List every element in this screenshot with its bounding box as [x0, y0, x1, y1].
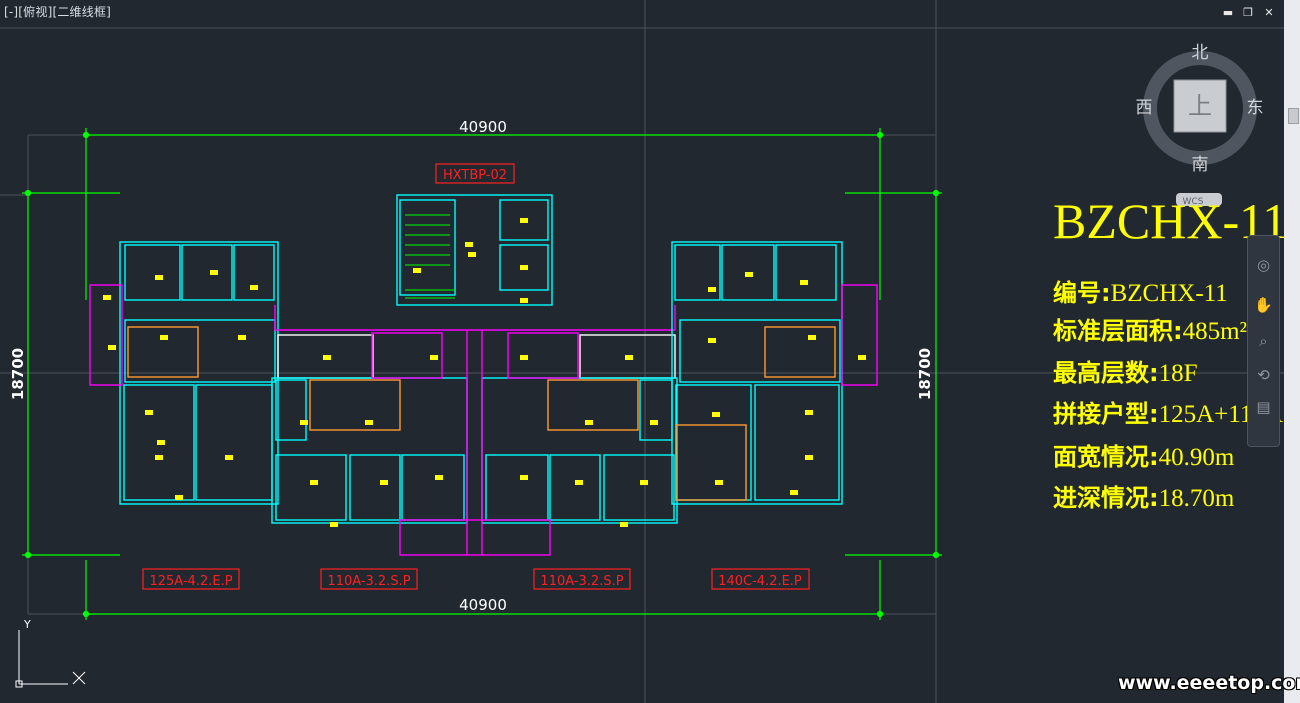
ucs-icon	[15, 630, 86, 688]
unit-tags: 125A-4.2.E.P 110A-3.2.S.P 110A-3.2.S.P 1…	[142, 568, 810, 590]
showmotion-icon[interactable]: ▤	[1252, 396, 1275, 419]
orbit-icon[interactable]: ⟲	[1252, 364, 1275, 387]
info-value: 485m²	[1182, 318, 1248, 345]
zoom-icon[interactable]: ⌕	[1252, 330, 1275, 353]
info-label: 面宽情况:	[1053, 443, 1159, 471]
info-label: 拼接户型:	[1053, 400, 1159, 428]
info-line-width: 面宽情况:40.90m	[1053, 441, 1234, 474]
unit-tag-125a: 125A-4.2.E.P	[149, 574, 232, 589]
floor-plan-canvas: 40900 40900 18700 18700 HXTBP-02 125A-4.…	[0, 0, 1284, 703]
dimension-top-text: 40900	[459, 118, 507, 136]
core-tag-text: HXTBP-02	[443, 168, 507, 183]
info-value: BZCHX-11	[1110, 280, 1228, 307]
info-line-code: 编号:BZCHX-11	[1053, 277, 1228, 310]
info-label: 进深情况:	[1053, 484, 1159, 512]
unit-tag-110a-right: 110A-3.2.S.P	[540, 574, 623, 589]
viewcube[interactable]: 上 北 南 东 西 WCS	[1136, 43, 1264, 207]
stair-lines	[405, 214, 455, 299]
dimension-left-text: 18700	[9, 348, 27, 400]
dimension-bottom-text: 40900	[459, 596, 507, 614]
info-value: 18F	[1158, 360, 1198, 387]
info-label: 标准层面积:	[1053, 317, 1183, 345]
viewcube-face-label: 上	[1188, 92, 1212, 120]
info-line-area: 标准层面积:485m²	[1053, 315, 1247, 348]
viewcube-west[interactable]: 西	[1136, 98, 1153, 118]
info-label: 编号:	[1053, 279, 1111, 307]
info-label: 最高层数:	[1053, 359, 1159, 387]
info-line-floors: 最高层数:18F	[1053, 357, 1198, 390]
viewcube-east[interactable]: 东	[1247, 98, 1264, 118]
watermark: www.eeeetop.com	[1118, 672, 1300, 694]
scrollbar-thumb[interactable]	[1288, 108, 1299, 124]
navigation-bar: ◎ ✋ ⌕ ⟲ ▤	[1247, 235, 1280, 447]
info-value: 40.90m	[1158, 444, 1235, 471]
viewcube-north[interactable]: 北	[1192, 43, 1209, 63]
info-value: 18.70m	[1158, 485, 1235, 512]
dimension-right-text: 18700	[916, 348, 934, 400]
info-line-depth: 进深情况:18.70m	[1053, 482, 1234, 515]
vertical-scrollbar[interactable]	[1284, 0, 1300, 703]
building-walls	[89, 194, 878, 556]
drawing-viewport[interactable]: [-][俯视][二维线框] ▬ ❐ ✕ 40900 40900 18700 18…	[0, 0, 1300, 703]
viewcube-south[interactable]: 南	[1192, 155, 1209, 175]
steering-wheel-icon[interactable]: ◎	[1252, 254, 1275, 277]
pan-hand-icon[interactable]: ✋	[1252, 294, 1275, 317]
unit-tag-110a-left: 110A-3.2.S.P	[327, 574, 410, 589]
ucs-y-label: Y	[23, 618, 31, 631]
crosshair-lines	[0, 0, 1284, 703]
unit-tag-140c: 140C-4.2.E.P	[718, 574, 802, 589]
